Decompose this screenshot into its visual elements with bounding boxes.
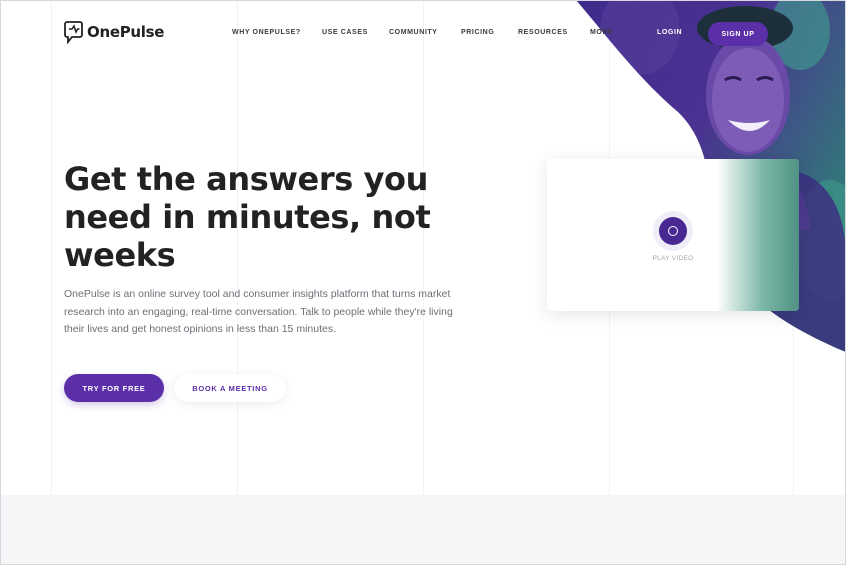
nav-item-why-onepulse[interactable]: WHY ONEPULSE? xyxy=(232,29,301,36)
nav-item-pricing[interactable]: PRICING xyxy=(461,29,494,36)
nav-item-resources[interactable]: RESOURCES xyxy=(518,29,568,36)
video-card-fade xyxy=(717,159,799,311)
brand-name: OnePulse xyxy=(87,23,165,41)
play-video-label: PLAY VIDEO xyxy=(652,255,694,262)
hero-description: OnePulse is an online survey tool and co… xyxy=(64,288,453,335)
next-section-band xyxy=(0,495,846,565)
play-icon xyxy=(659,217,687,245)
brand-logo[interactable]: OnePulse xyxy=(64,20,164,44)
hero-title: Get the answers you need in minutes, not… xyxy=(64,160,431,274)
onepulse-logo-icon xyxy=(64,21,83,44)
video-card[interactable]: PLAY VIDEO xyxy=(547,159,799,311)
nav-item-use-cases[interactable]: USE CASES xyxy=(322,29,368,36)
signup-button[interactable]: SIGN UP xyxy=(708,22,768,46)
nav-item-community[interactable]: COMMUNITY xyxy=(389,29,438,36)
nav-item-more[interactable]: MORE xyxy=(590,29,613,36)
play-video-button[interactable] xyxy=(653,211,693,251)
book-a-meeting-button[interactable]: BOOK A MEETING xyxy=(174,374,286,402)
grid-line xyxy=(51,0,52,495)
try-for-free-button[interactable]: TRY FOR FREE xyxy=(64,374,164,402)
login-link[interactable]: LOGIN xyxy=(657,29,682,36)
